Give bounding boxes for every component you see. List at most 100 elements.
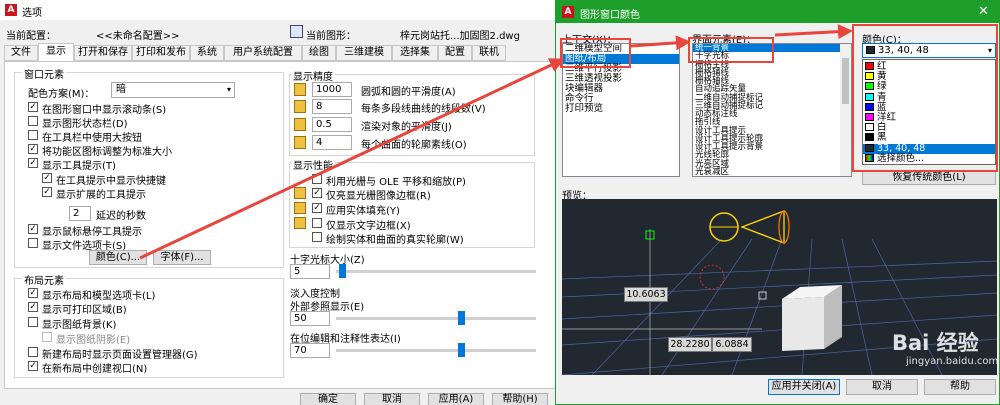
window-element-checkbox[interactable]: [28, 130, 38, 140]
performance-checkbox[interactable]: ✓: [312, 188, 322, 198]
help-button[interactable]: 帮助(H): [492, 393, 548, 405]
performance-checkbox[interactable]: ✓: [312, 203, 322, 213]
window-element-checkbox[interactable]: ✓: [42, 173, 52, 183]
performance-checkbox[interactable]: [312, 232, 322, 242]
rollover-checkbox[interactable]: ✓: [28, 224, 38, 234]
autocad-icon: A: [562, 6, 574, 18]
window-element-checkbox[interactable]: ✓: [42, 187, 52, 197]
tab-user-prefs[interactable]: 用户系统配置: [224, 45, 302, 61]
context-item[interactable]: 打印预览: [563, 104, 679, 114]
crosshair-input[interactable]: 5: [290, 264, 330, 279]
spotlight-cone: [740, 210, 785, 244]
fonts-button[interactable]: 字体(F)...: [153, 250, 211, 265]
tab-online[interactable]: 联机: [472, 45, 506, 61]
drawing-icon: [290, 25, 303, 38]
color-cancel-button[interactable]: 取消: [846, 379, 918, 395]
precision-icon: [294, 100, 306, 113]
tab-profiles[interactable]: 配置: [438, 45, 472, 61]
apply-close-button[interactable]: 应用并关闭(A): [768, 379, 840, 395]
window-element-checkbox[interactable]: [28, 116, 38, 126]
color-scheme-select[interactable]: 暗 ▾: [111, 82, 235, 98]
layout-element-label: 新建布局时显示页面设置管理器(G): [42, 350, 198, 361]
tab-plot-publish[interactable]: 打印和发布: [132, 45, 190, 61]
precision-input[interactable]: 1000: [312, 82, 352, 97]
apply-button[interactable]: 应用(A): [428, 393, 484, 405]
layout-element-checkbox[interactable]: ✓: [28, 302, 38, 312]
layout-elements-title: 布局元素: [22, 272, 66, 287]
rollover-label: 显示鼠标悬停工具提示: [42, 227, 142, 238]
precision-icon: [294, 136, 306, 149]
layout-element-checkbox[interactable]: [42, 332, 52, 342]
delay-input[interactable]: 2: [69, 206, 91, 221]
tab-open-save[interactable]: 打开和保存: [74, 45, 132, 61]
precision-label: 每个曲面的轮廓素线(O): [361, 140, 467, 151]
element-list-scroll-thumb[interactable]: [842, 58, 849, 104]
drawing-value: 梓元岗站托...加固图2.dwg: [400, 31, 520, 42]
precision-input[interactable]: 0.5: [312, 117, 352, 132]
highlight-element-box: [688, 37, 774, 63]
performance-checkbox[interactable]: [312, 218, 322, 228]
window-element-checkbox[interactable]: ✓: [28, 158, 38, 168]
window-element-label: 在工具提示中显示快捷键: [56, 176, 166, 187]
crosshair-slider-thumb[interactable]: [339, 264, 346, 278]
layout-element-checkbox[interactable]: [28, 347, 38, 357]
layout-element-label: 在新布局中创建视口(N): [42, 364, 148, 375]
xref-slider-thumb[interactable]: [458, 311, 465, 325]
performance-label: 应用实体填充(Y): [326, 206, 400, 217]
colors-button[interactable]: 颜色(C)...: [89, 250, 147, 265]
tab-3d-modeling[interactable]: 三维建模: [336, 45, 392, 61]
tab-drafting[interactable]: 绘图: [302, 45, 336, 61]
highlight-color-box: [852, 24, 998, 172]
profile-label: 当前配置：: [6, 31, 56, 42]
tab-files[interactable]: 文件: [4, 45, 38, 61]
ok-button[interactable]: 确定: [300, 393, 356, 405]
performance-icon: [294, 202, 306, 214]
window-element-label: 显示工具提示(T): [42, 161, 116, 172]
xref-slider-track[interactable]: [336, 317, 536, 320]
tab-system[interactable]: 系统: [190, 45, 224, 61]
color-help-button[interactable]: 帮助: [924, 379, 996, 395]
precision-input[interactable]: 8: [312, 99, 352, 114]
tab-display[interactable]: 显示: [38, 43, 74, 61]
precision-label: 圆弧和圆的平滑度(A): [361, 87, 456, 98]
window-element-label: 将功能区图标调整为标准大小: [42, 147, 172, 158]
layout-element-checkbox[interactable]: ✓: [28, 288, 38, 298]
performance-label: 利用光栅与 OLE 平移和缩放(P): [326, 177, 466, 188]
color-scheme-label: 配色方案(M)：: [28, 89, 95, 100]
performance-icon: [294, 217, 306, 229]
window-elements-title: 窗口元素: [22, 66, 66, 81]
drawing-label: 当前图形：: [306, 31, 356, 42]
window-element-label: 在工具栏中使用大按钮: [42, 133, 142, 144]
inplace-slider-track[interactable]: [336, 349, 536, 352]
preview-canvas: 10.6063 28.2280 6.0884 Bai 经验 jingyan.ba…: [562, 199, 997, 375]
xref-input[interactable]: 50: [290, 311, 330, 326]
precision-label: 渲染对象的平滑度(J): [361, 122, 452, 133]
close-icon[interactable]: ✕: [978, 4, 989, 19]
precision-label: 每条多段线曲线的线段数(V): [361, 104, 486, 115]
element-list[interactable]: 统一背景 十字光标 栅格主线 栅格辅线 栅格轴线 自动追踪矢量 二维自动捕捉标记 三维自动捕捉…: [692, 43, 852, 177]
precision-title: 显示精度: [291, 68, 335, 83]
options-dialog: A 选项 当前配置： <<未命名配置>> 当前图形： 梓元岗站托...加固图2.…: [0, 0, 560, 405]
chevron-down-icon: ▾: [226, 85, 231, 94]
filetabs-checkbox[interactable]: [28, 238, 38, 248]
inplace-input[interactable]: 70: [290, 343, 330, 358]
performance-label: 绘制实体和曲面的真实轮廓(W): [326, 235, 464, 246]
performance-title: 显示性能: [291, 157, 335, 172]
inplace-slider-thumb[interactable]: [458, 343, 465, 357]
performance-icon: [294, 187, 306, 199]
interface-element-item[interactable]: 光衰减区: [693, 167, 851, 176]
layout-element-label: 显示可打印区域(B): [42, 305, 127, 316]
window-element-checkbox[interactable]: ✓: [28, 102, 38, 112]
performance-checkbox[interactable]: [312, 174, 322, 184]
crosshair-slider-track[interactable]: [336, 270, 536, 273]
gray-box-front: [782, 297, 824, 351]
window-element-checkbox[interactable]: ✓: [28, 144, 38, 154]
cancel-button[interactable]: 取消: [364, 393, 420, 405]
restore-colors-button[interactable]: 恢复传统颜色(L): [862, 171, 996, 185]
layout-element-checkbox[interactable]: ✓: [28, 361, 38, 371]
layout-element-checkbox[interactable]: [28, 317, 38, 327]
options-title: 选项: [22, 8, 42, 19]
tab-selection[interactable]: 选择集: [392, 45, 438, 61]
window-element-label: 显示图形状态栏(D): [42, 119, 128, 130]
precision-input[interactable]: 4: [312, 135, 352, 150]
